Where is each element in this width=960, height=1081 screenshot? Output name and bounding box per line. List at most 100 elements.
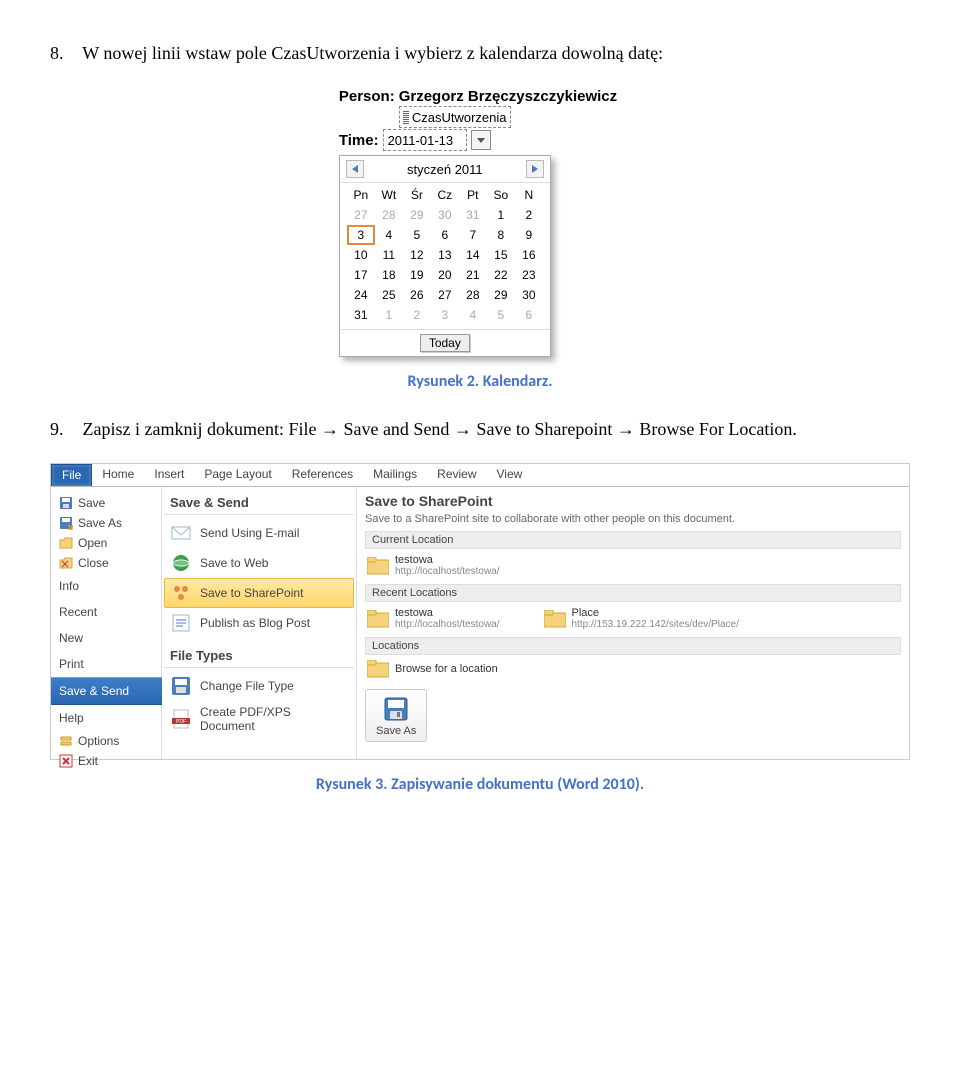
nav-recent[interactable]: Recent (51, 599, 161, 625)
nav-new[interactable]: New (51, 625, 161, 651)
calendar-day-cell[interactable]: 22 (487, 265, 515, 285)
calendar-day-cell[interactable]: 2 (515, 205, 543, 225)
calendar-day-cell[interactable]: 12 (403, 245, 431, 265)
field-drag-icon (403, 110, 409, 124)
calendar-day-cell[interactable]: 4 (375, 225, 403, 245)
tab-insert[interactable]: Insert (144, 464, 194, 486)
calendar-day-cell[interactable]: 30 (515, 285, 543, 305)
calendar-day-cell[interactable]: 31 (347, 305, 375, 325)
field-name-box[interactable]: CzasUtworzenia (399, 106, 511, 128)
nav-print[interactable]: Print (51, 651, 161, 677)
location-name: Place (572, 607, 739, 619)
tab-mailings[interactable]: Mailings (363, 464, 427, 486)
calendar-day-cell[interactable]: 28 (459, 285, 487, 305)
caption-3: Rysunek 3. Zapisywanie dokumentu (Word 2… (50, 775, 910, 794)
calendar-day-cell[interactable]: 15 (487, 245, 515, 265)
calendar-week-row: 10111213141516 (347, 245, 543, 265)
calendar-day-cell[interactable]: 31 (459, 205, 487, 225)
tab-review[interactable]: Review (427, 464, 486, 486)
calendar-day-cell[interactable]: 14 (459, 245, 487, 265)
nav-label: Print (59, 657, 84, 671)
calendar-day-cell[interactable]: 10 (347, 245, 375, 265)
folder-icon (367, 557, 389, 575)
web-icon (170, 552, 192, 574)
nav-help[interactable]: Help (51, 705, 161, 731)
nav-close[interactable]: Close (51, 553, 161, 573)
tab-view[interactable]: View (487, 464, 533, 486)
calendar-day-cell[interactable]: 26 (403, 285, 431, 305)
nav-save-send[interactable]: Save & Send (51, 677, 162, 705)
option-change-file-type[interactable]: Change File Type (164, 671, 354, 701)
calendar-today-button[interactable]: Today (420, 334, 470, 352)
calendar-day-cell[interactable]: 2 (403, 305, 431, 325)
calendar-day-cell[interactable]: 25 (375, 285, 403, 305)
calendar-day-cell[interactable]: 28 (375, 205, 403, 225)
option-label: Change File Type (200, 679, 294, 693)
calendar-day-cell[interactable]: 20 (431, 265, 459, 285)
calendar-day-cell[interactable]: 29 (487, 285, 515, 305)
calendar-day-cell[interactable]: 8 (487, 225, 515, 245)
current-location-item[interactable]: testowa http://localhost/testowa/ (365, 551, 901, 580)
calendar-day-cell[interactable]: 13 (431, 245, 459, 265)
calendar-day-cell[interactable]: 6 (515, 305, 543, 325)
calendar-day-cell[interactable]: 7 (459, 225, 487, 245)
calendar-day-cell[interactable]: 27 (431, 285, 459, 305)
option-create-pdf-xps-document[interactable]: PDFCreate PDF/XPS Document (164, 701, 354, 737)
calendar-day-cell[interactable]: 11 (375, 245, 403, 265)
saveas-icon (59, 516, 73, 530)
nav-open[interactable]: Open (51, 533, 161, 553)
save-icon (59, 496, 73, 510)
calendar-day-cell[interactable]: 4 (459, 305, 487, 325)
nav-save-as[interactable]: Save As (51, 513, 161, 533)
tab-home[interactable]: Home (92, 464, 144, 486)
tab-file[interactable]: File (51, 464, 92, 486)
calendar-day-cell[interactable]: 3 (431, 305, 459, 325)
calendar-day-cell[interactable]: 17 (347, 265, 375, 285)
calendar-day-cell[interactable]: 30 (431, 205, 459, 225)
calendar-dow-cell: N (515, 185, 543, 205)
recent-location-item[interactable]: testowahttp://localhost/testowa/ (365, 604, 502, 633)
tab-references[interactable]: References (282, 464, 363, 486)
calendar-day-cell[interactable]: 1 (487, 205, 515, 225)
calendar-day-cell[interactable]: 9 (515, 225, 543, 245)
time-input[interactable]: 2011-01-13 (383, 129, 467, 151)
calendar-dow-cell: So (487, 185, 515, 205)
calendar-prev-button[interactable] (346, 160, 364, 178)
nav-options[interactable]: Options (51, 731, 161, 751)
recent-location-item[interactable]: Placehttp://153.19.222.142/sites/dev/Pla… (542, 604, 741, 633)
calendar-day-cell[interactable]: 19 (403, 265, 431, 285)
location-name: testowa (395, 607, 500, 619)
tab-page-layout[interactable]: Page Layout (194, 464, 281, 486)
calendar-day-cell[interactable]: 29 (403, 205, 431, 225)
browse-location-item[interactable]: Browse for a location (365, 657, 901, 681)
folder-icon (367, 660, 389, 678)
option-save-to-web[interactable]: Save to Web (164, 548, 354, 578)
calendar-day-cell[interactable]: 23 (515, 265, 543, 285)
save-as-button[interactable]: Save As (365, 689, 427, 742)
option-send-using-e-mail[interactable]: Send Using E-mail (164, 518, 354, 548)
nav-label: Recent (59, 605, 97, 619)
calendar-day-cell[interactable]: 27 (347, 205, 375, 225)
option-publish-as-blog-post[interactable]: Publish as Blog Post (164, 608, 354, 638)
calendar-day-cell[interactable]: 21 (459, 265, 487, 285)
nav-exit[interactable]: Exit (51, 751, 161, 771)
option-save-to-sharepoint[interactable]: Save to SharePoint (164, 578, 354, 608)
sharepoint-heading: Save to SharePoint (365, 493, 901, 509)
calendar-day-cell[interactable]: 3 (347, 225, 375, 245)
calendar-day-cell[interactable]: 18 (375, 265, 403, 285)
calendar-day-cell[interactable]: 24 (347, 285, 375, 305)
calendar-day-cell[interactable]: 1 (375, 305, 403, 325)
calendar-day-cell[interactable]: 5 (403, 225, 431, 245)
step-9: 9. Zapisz i zamknij dokument: File → Sav… (50, 416, 910, 443)
calendar-day-cell[interactable]: 5 (487, 305, 515, 325)
calendar-day-cell[interactable]: 6 (431, 225, 459, 245)
calendar-dow-cell: Cz (431, 185, 459, 205)
nav-info[interactable]: Info (51, 573, 161, 599)
calendar-widget-wrap: Person: Grzegorz Brzęczyszczykiewicz Cza… (50, 87, 910, 357)
calendar-next-button[interactable] (526, 160, 544, 178)
nav-save[interactable]: Save (51, 493, 161, 513)
calendar-day-cell[interactable]: 16 (515, 245, 543, 265)
time-dropdown-button[interactable] (471, 130, 491, 150)
nav-label: New (59, 631, 83, 645)
exit-icon (59, 754, 73, 768)
